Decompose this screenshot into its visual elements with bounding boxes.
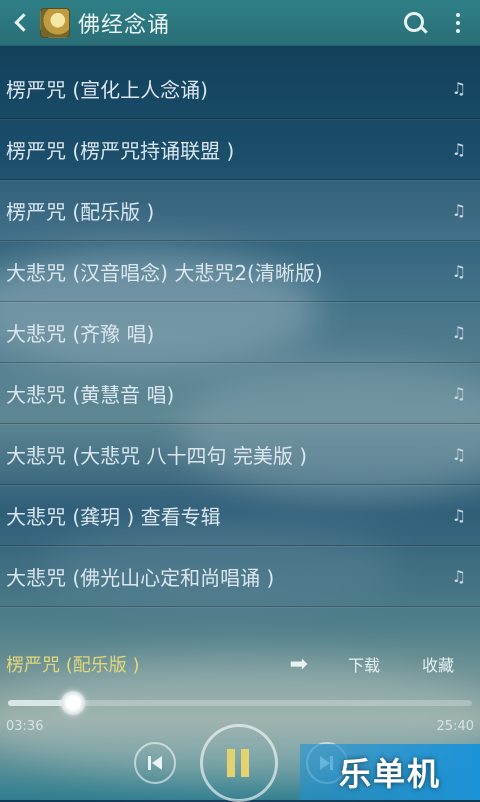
music-note-icon: ♫ xyxy=(451,444,466,464)
track-title: 大悲咒 (齐豫 唱) xyxy=(6,321,155,346)
track-title: 楞严咒 (宣化上人念诵) xyxy=(6,77,208,102)
music-note-icon: ♫ xyxy=(451,261,466,281)
music-note-icon: ♫ xyxy=(451,383,466,403)
watermark-logo: 乐单机 xyxy=(300,744,480,800)
music-note-icon: ♫ xyxy=(451,566,466,586)
track-list: 楞严咒 (宣化上人念诵) ♫ 楞严咒 (楞严咒持诵联盟 ) ♫ 楞严咒 (配乐版… xyxy=(0,58,480,607)
music-note-icon: ♫ xyxy=(451,322,466,342)
music-note-icon: ♫ xyxy=(451,505,466,525)
search-icon[interactable] xyxy=(400,8,430,38)
track-row[interactable]: 楞严咒 (楞严咒持诵联盟 ) ♫ xyxy=(0,119,480,180)
track-row[interactable]: 大悲咒 (大悲咒 八十四句 完美版 ) ♫ xyxy=(0,424,480,485)
app-icon xyxy=(40,7,70,38)
track-title: 大悲咒 (佛光山心定和尚唱诵 ) xyxy=(6,565,275,590)
top-app-bar: 佛经念诵 xyxy=(0,0,480,46)
progress-bar[interactable] xyxy=(8,691,472,715)
track-row[interactable]: 大悲咒 (佛光山心定和尚唱诵 ) ♫ xyxy=(0,546,480,607)
now-playing-title[interactable]: 楞严咒 (配乐版 ) xyxy=(6,651,140,677)
track-title: 大悲咒 (龚玥 ) 查看专辑 xyxy=(6,504,221,529)
previous-track-button[interactable] xyxy=(134,742,176,784)
track-row[interactable]: 大悲咒 (黄慧音 唱) ♫ xyxy=(0,363,480,424)
track-row[interactable]: 楞严咒 (宣化上人念诵) ♫ xyxy=(0,58,480,119)
progress-handle[interactable] xyxy=(60,691,85,715)
page-title: 佛经念诵 xyxy=(78,12,171,38)
music-note-icon: ♫ xyxy=(451,78,466,98)
previous-icon xyxy=(148,756,151,770)
track-row[interactable]: 大悲咒 (汉音唱念) 大悲咒2(清晰版) ♫ xyxy=(0,241,480,302)
now-playing-bar: 楞严咒 (配乐版 ) ➡ 下载 收藏 xyxy=(0,648,480,680)
track-title: 楞严咒 (楞严咒持诵联盟 ) xyxy=(6,138,235,163)
track-row[interactable]: 大悲咒 (龚玥 ) 查看专辑 ♫ xyxy=(0,485,480,546)
favorite-button[interactable]: 收藏 xyxy=(422,652,454,676)
music-note-icon: ♫ xyxy=(451,200,466,220)
track-row-selected[interactable]: 楞严咒 (配乐版 ) ♫ xyxy=(0,180,480,241)
track-title: 楞严咒 (配乐版 ) xyxy=(6,199,155,224)
more-vert-icon[interactable] xyxy=(450,8,466,38)
track-title: 大悲咒 (汉音唱念) 大悲咒2(清晰版) xyxy=(6,260,323,285)
track-title: 大悲咒 (大悲咒 八十四句 完美版 ) xyxy=(6,443,308,468)
pause-button[interactable] xyxy=(200,724,278,802)
arrow-right-icon[interactable]: ➡ xyxy=(290,652,308,677)
track-row[interactable]: 大悲咒 (齐豫 唱) ♫ xyxy=(0,302,480,363)
download-button[interactable]: 下载 xyxy=(348,652,380,676)
back-icon[interactable] xyxy=(8,8,33,38)
track-title: 大悲咒 (黄慧音 唱) xyxy=(6,382,175,407)
music-note-icon: ♫ xyxy=(451,139,466,159)
pause-icon xyxy=(227,749,235,777)
